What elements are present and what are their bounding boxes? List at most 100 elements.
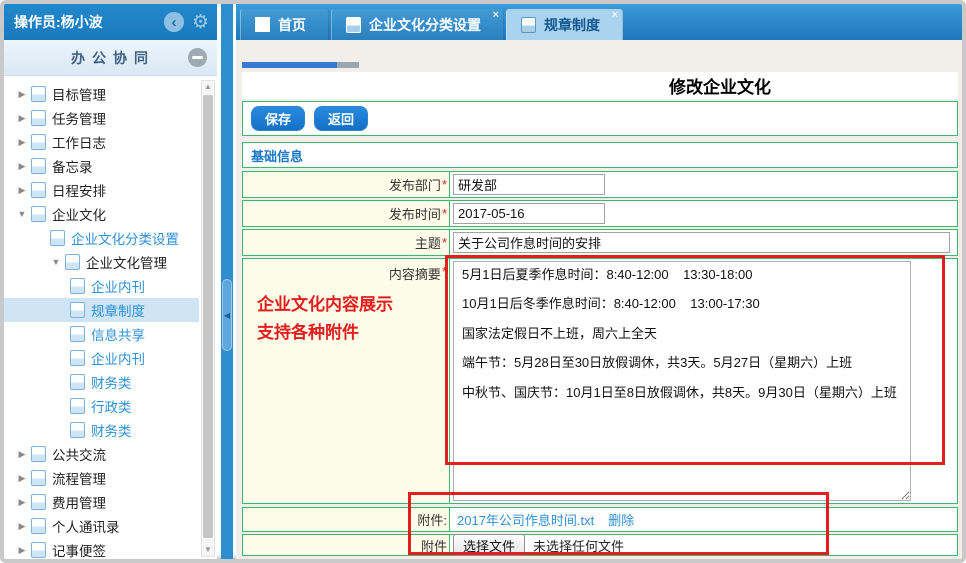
tree-item-17[interactable]: ▶ 费用管理: [4, 490, 199, 514]
tree-item-label: 公共交流: [52, 448, 106, 463]
tab-1[interactable]: 企业文化分类设置 ×: [331, 9, 504, 40]
tree-item-14[interactable]: 财务类: [4, 418, 199, 442]
tab-2[interactable]: 规章制度 ×: [506, 9, 623, 40]
tree-item-label: 财务类: [91, 376, 132, 391]
tree-item-label: 企业文化管理: [86, 256, 167, 271]
document-icon: [31, 182, 46, 198]
arrow-right-icon[interactable]: ▶: [16, 521, 28, 532]
department-input[interactable]: [453, 174, 605, 195]
tree-item-label: 企业文化分类设置: [71, 232, 179, 247]
tree-item-7[interactable]: ▼ 企业文化管理: [4, 250, 199, 274]
title-bar: 修改企业文化: [242, 72, 958, 99]
attachment-row: 附件: 2017年公司作息时间.txt 删除: [242, 507, 958, 532]
tab-label: 企业文化分类设置: [369, 16, 481, 33]
subject-input[interactable]: [453, 232, 950, 253]
tab-label: 首页: [278, 16, 306, 33]
arrow-right-icon[interactable]: ▶: [16, 185, 28, 196]
tree-item-8[interactable]: 企业内刊: [4, 274, 199, 298]
document-icon: [31, 206, 46, 222]
arrow-down-icon[interactable]: ▼: [16, 209, 28, 219]
tree-item-11[interactable]: 企业内刊: [4, 346, 199, 370]
page-title: 修改企业文化: [669, 78, 771, 97]
tree-item-label: 记事便签: [52, 544, 106, 559]
arrow-down-icon[interactable]: ▼: [50, 257, 62, 267]
arrow-right-icon[interactable]: ▶: [16, 89, 28, 100]
scroll-down-icon[interactable]: ▼: [202, 544, 214, 556]
form-row-summary: 内容摘要 * 企业文化内容展示 支持各种附件 5月1日后夏季作息时间：8:40-1…: [242, 258, 958, 504]
document-icon: [70, 302, 85, 318]
red-annotation-text: 企业文化内容展示 支持各种附件: [257, 295, 393, 343]
tree-scrollbar[interactable]: ▲ ▼: [201, 80, 215, 557]
tree-item-4[interactable]: ▶ 日程安排: [4, 178, 199, 202]
tree-item-label: 行政类: [91, 400, 132, 415]
tree-item-10[interactable]: 信息共享: [4, 322, 199, 346]
tree-item-19[interactable]: ▶ 记事便签: [4, 538, 199, 559]
tree-item-label: 备忘录: [52, 160, 93, 175]
tree-item-3[interactable]: ▶ 备忘录: [4, 154, 199, 178]
tree-item-6[interactable]: 企业文化分类设置: [4, 226, 199, 250]
tree-item-9[interactable]: 规章制度: [4, 298, 199, 322]
sidebar-splitter[interactable]: ◀: [221, 4, 233, 559]
collapse-minus-icon[interactable]: [188, 48, 207, 67]
document-icon: [70, 278, 85, 294]
document-icon: [31, 470, 46, 486]
page-content: 修改企业文化 保存 返回 基础信息 发布部门* 发布时间*: [236, 40, 962, 559]
form-row-date: 发布时间 *: [242, 200, 958, 227]
document-icon: [31, 134, 46, 150]
splitter-collapse-handle[interactable]: ◀: [222, 279, 232, 351]
arrow-right-icon[interactable]: ▶: [16, 137, 28, 148]
tree-item-label: 个人通讯录: [52, 520, 120, 535]
tree-item-label: 工作日志: [52, 136, 106, 151]
close-icon[interactable]: ×: [493, 10, 499, 21]
tree-item-12[interactable]: 财务类: [4, 370, 199, 394]
tab-bar: 首页 企业文化分类设置 × 规章制度 ×: [236, 4, 962, 40]
file-status-text: 未选择任何文件: [533, 538, 625, 554]
gear-icon[interactable]: ⚙: [192, 13, 209, 32]
tree-item-label: 目标管理: [52, 88, 106, 103]
tab-home[interactable]: 首页: [240, 9, 329, 40]
publish-date-input[interactable]: [453, 203, 605, 224]
arrow-right-icon[interactable]: ▶: [16, 113, 28, 124]
arrow-right-icon[interactable]: ▶: [16, 161, 28, 172]
subject-label: 主题 *: [243, 230, 450, 255]
tree-item-label: 企业内刊: [91, 280, 145, 295]
progress-bar-blue: [242, 62, 337, 68]
scroll-up-icon[interactable]: ▲: [202, 81, 214, 93]
app-window: 操作员:杨小波 ‹ ⚙ 办公协同 ▶ 目标管理 ▶ 任务管理 ▶ 工作日志 ▶ 备忘录 ▶ 日程安…: [0, 0, 966, 563]
tree-item-label: 费用管理: [52, 496, 106, 511]
tree-item-18[interactable]: ▶ 个人通讯录: [4, 514, 199, 538]
tree-item-0[interactable]: ▶ 目标管理: [4, 82, 199, 106]
attachment-delete-link[interactable]: 删除: [608, 510, 634, 529]
attachment-label: 附件:: [243, 508, 450, 531]
arrow-right-icon[interactable]: ▶: [16, 497, 28, 508]
document-icon: [31, 446, 46, 462]
arrow-right-icon[interactable]: ▶: [16, 449, 28, 460]
save-button[interactable]: 保存: [251, 106, 306, 131]
form-row-department: 发布部门 *: [242, 171, 958, 198]
choose-file-button[interactable]: 选择文件: [453, 534, 526, 556]
arrow-right-icon[interactable]: ▶: [16, 473, 28, 484]
tree-item-1[interactable]: ▶ 任务管理: [4, 106, 199, 130]
scrollbar-thumb[interactable]: [203, 95, 213, 538]
tree-item-13[interactable]: 行政类: [4, 394, 199, 418]
tree-item-16[interactable]: ▶ 流程管理: [4, 466, 199, 490]
section-title: 基础信息: [251, 148, 304, 164]
close-icon[interactable]: ×: [612, 10, 618, 21]
document-icon: [65, 254, 80, 270]
back-icon[interactable]: ‹: [163, 12, 184, 32]
document-icon: [70, 398, 85, 414]
content-textarea[interactable]: 5月1日后夏季作息时间：8:40-12:00 13:30-18:00 10月1日…: [453, 261, 911, 501]
date-label: 发布时间 *: [243, 201, 450, 226]
tree-item-15[interactable]: ▶ 公共交流: [4, 442, 199, 466]
required-marker: *: [441, 177, 447, 192]
arrow-right-icon[interactable]: ▶: [16, 545, 28, 556]
back-button[interactable]: 返回: [314, 106, 369, 131]
tree-item-label: 任务管理: [52, 112, 106, 127]
document-icon: [346, 16, 361, 33]
document-icon: [50, 230, 65, 246]
tree-item-5[interactable]: ▼ 企业文化: [4, 202, 199, 226]
tree-item-label: 信息共享: [91, 328, 145, 343]
tree-item-2[interactable]: ▶ 工作日志: [4, 130, 199, 154]
attachment-file-link[interactable]: 2017年公司作息时间.txt: [457, 510, 594, 529]
tree-item-label: 规章制度: [91, 304, 145, 319]
